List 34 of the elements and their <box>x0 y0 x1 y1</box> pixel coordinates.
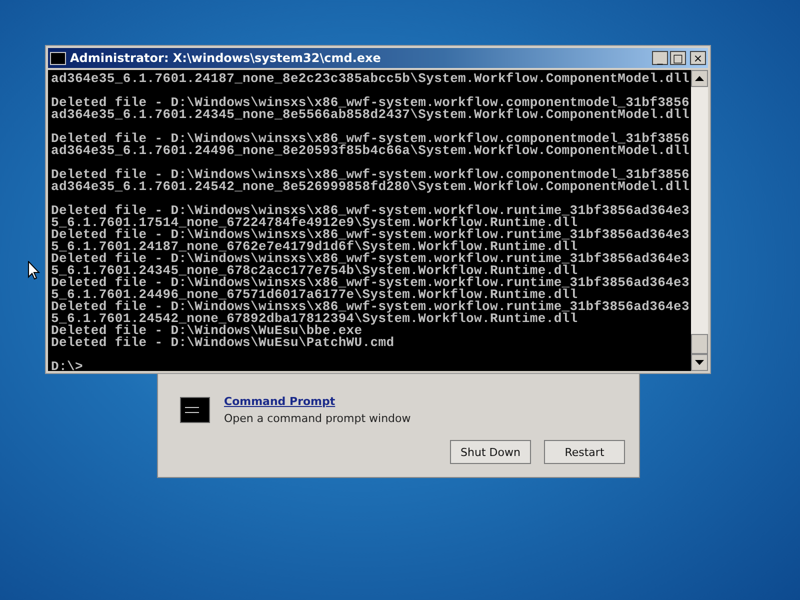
console-line: Deleted file - D:\Windows\winsxs\x86_wwf-system.workflow.runtime_31bf3856ad364e3 <box>51 277 691 289</box>
command-prompt-icon <box>180 397 210 423</box>
console-line: 5_6.1.7601.17514_none_67224784fe4912e9\System.Workflow.Runtime.dll <box>51 217 578 229</box>
console-line: Deleted file - D:\Windows\winsxs\x86_wwf-system.workflow.componentmodel_31bf3856 <box>51 169 691 181</box>
scroll-thumb[interactable] <box>691 334 708 354</box>
console-line: Deleted file - D:\Windows\winsxs\x86_wwf-system.workflow.runtime_31bf3856ad364e3 <box>51 253 691 265</box>
console-line: Deleted file - D:\Windows\winsxs\x86_wwf-system.workflow.componentmodel_31bf3856 <box>51 97 691 109</box>
console-line: Deleted file - D:\Windows\winsxs\x86_wwf-system.workflow.runtime_31bf3856ad364e3 <box>51 229 691 241</box>
console-line: Deleted file - D:\Windows\winsxs\x86_wwf-system.workflow.runtime_31bf3856ad364e3 <box>51 205 691 217</box>
console-line: 5_6.1.7601.24345_none_678c2acc177e754b\System.Workflow.Runtime.dll <box>51 265 578 277</box>
console-line: Deleted file - D:\Windows\winsxs\x86_wwf-system.workflow.runtime_31bf3856ad364e3 <box>51 301 691 313</box>
scroll-down-icon[interactable] <box>691 354 708 371</box>
scrollbar[interactable] <box>691 70 708 371</box>
console-line: 5_6.1.7601.24496_none_67571d6017a6177e\System.Workflow.Runtime.dll <box>51 289 578 301</box>
console-icon <box>50 52 66 64</box>
console-line: ad364e35_6.1.7601.24496_none_8e20593f85b4c66a\System.Workflow.ComponentModel.dll <box>51 145 691 157</box>
restart-button[interactable]: Restart <box>544 440 625 464</box>
console-line: Deleted file - D:\Windows\WuEsu\bbe.exe <box>51 325 362 337</box>
mouse-pointer-icon <box>28 261 40 280</box>
close-button[interactable]: × <box>690 51 706 65</box>
console-line: 5_6.1.7601.24187_none_6762e7e4179d1d6f\System.Workflow.Runtime.dll <box>51 241 578 253</box>
console-line: Deleted file - D:\Windows\winsxs\x86_wwf-system.workflow.componentmodel_31bf3856 <box>51 133 691 145</box>
console-line: ad364e35_6.1.7601.24345_none_8e5566ab858d2437\System.Workflow.ComponentModel.dll <box>51 109 691 121</box>
command-prompt-link[interactable]: Command Prompt <box>224 395 411 408</box>
scroll-up-icon[interactable] <box>691 70 708 87</box>
console-line: 5_6.1.7601.24542_none_67892dba17812394\System.Workflow.Runtime.dll <box>51 313 578 325</box>
maximize-button[interactable]: □ <box>670 51 686 65</box>
window-title: Administrator: X:\windows\system32\cmd.exe <box>70 51 382 65</box>
console-line: Deleted file - D:\Windows\WuEsu\PatchWU.cmd <box>51 337 396 349</box>
console-line: ad364e35_6.1.7601.24542_none_8e526999858fd280\System.Workflow.ComponentModel.dll <box>51 181 691 193</box>
console-line: ad364e35_6.1.7601.24187_none_8e2c23c385abcc5b\System.Workflow.ComponentModel.dll <box>51 73 691 85</box>
shut-down-button[interactable]: Shut Down <box>450 440 531 464</box>
tool-description: Open a command prompt window <box>224 412 411 425</box>
console-line: D:\> <box>51 361 84 371</box>
